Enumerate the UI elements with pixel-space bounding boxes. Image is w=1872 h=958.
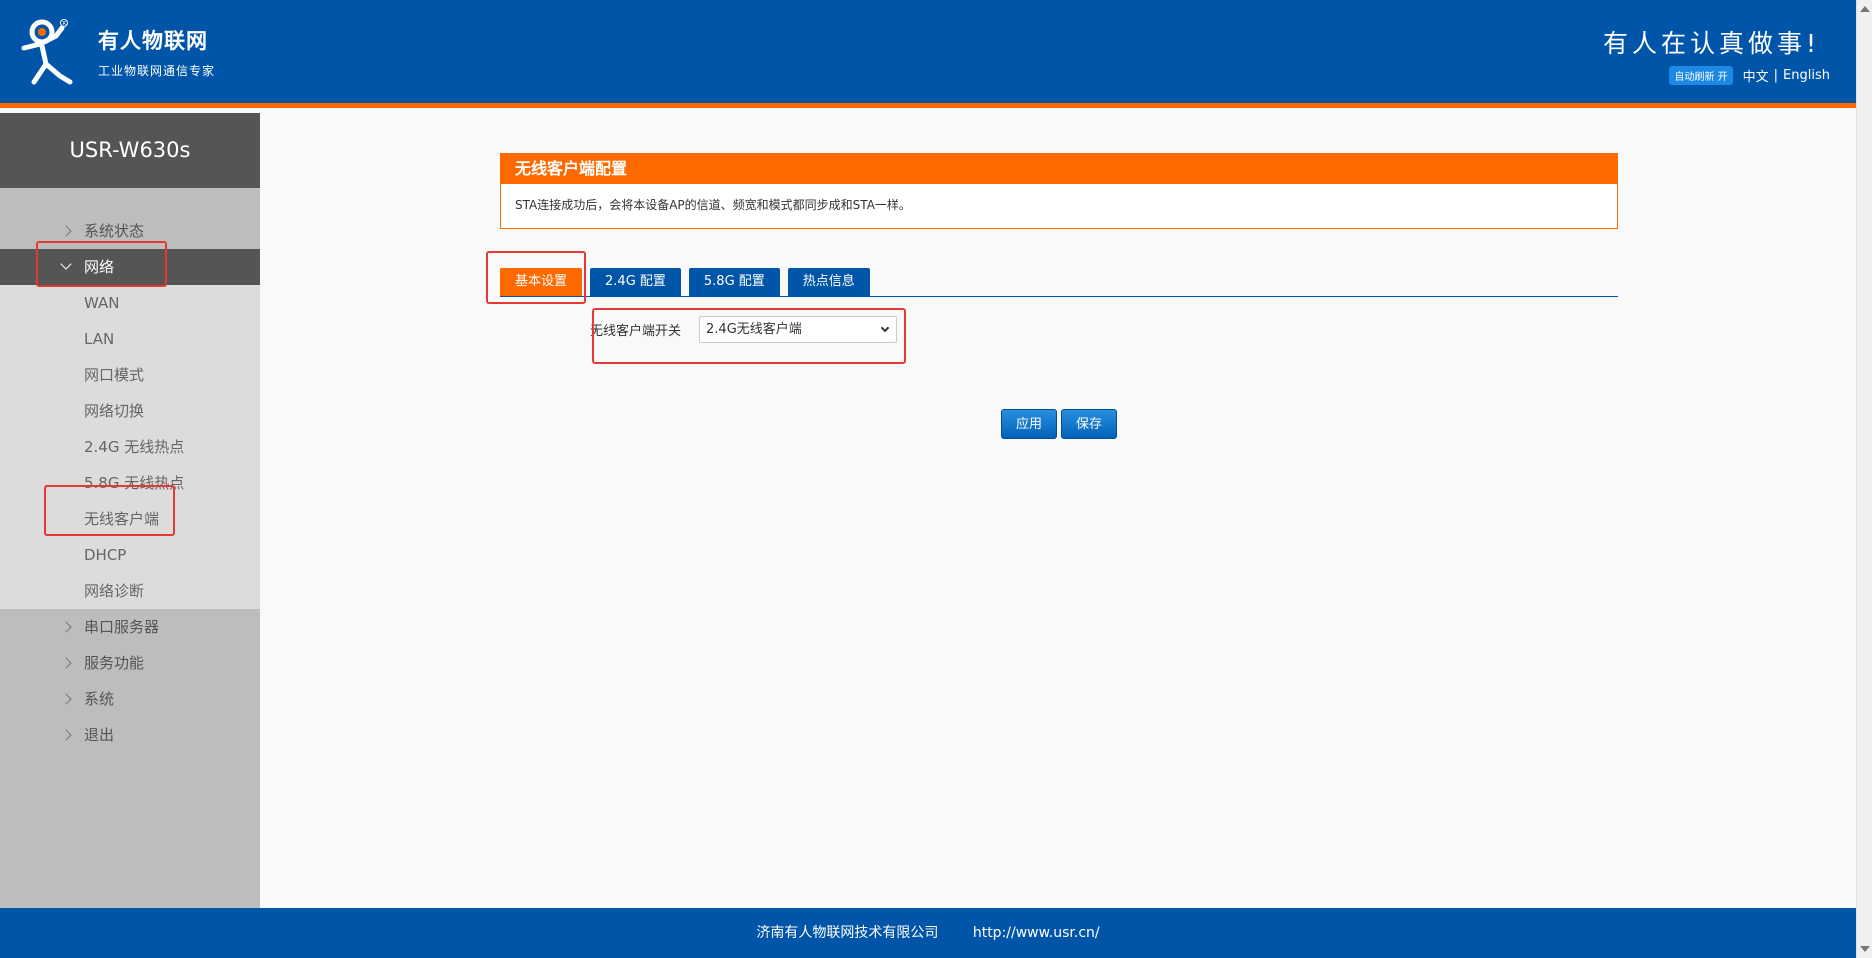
sidebar-subitem-24g-hotspot[interactable]: 2.4G 无线热点 bbox=[0, 429, 260, 465]
logo-title: 有人物联网 bbox=[98, 29, 208, 53]
lang-separator: | bbox=[1773, 68, 1779, 83]
chevron-right-icon bbox=[60, 609, 72, 645]
header: R 有人物联网 工业物联网通信专家 有人在认真做事! 自动刷新 开 中文 | E… bbox=[0, 0, 1856, 108]
tab-58g-config[interactable]: 5.8G 配置 bbox=[688, 268, 780, 296]
language-bar: 自动刷新 开 中文 | English bbox=[1669, 66, 1830, 85]
network-submenu: WAN LAN 网口模式 网络切换 2.4G 无线热点 5.8G 无线热点 无线… bbox=[0, 285, 260, 609]
sidebar-item-label: 串口服务器 bbox=[84, 618, 160, 636]
sidebar-subitem-network-switch[interactable]: 网络切换 bbox=[0, 393, 260, 429]
annotation-highlight-wireless-client bbox=[44, 485, 175, 536]
scroll-up-arrow-icon[interactable] bbox=[1860, 6, 1870, 12]
sidebar-item-label: 服务功能 bbox=[84, 654, 145, 672]
apply-button[interactable]: 应用 bbox=[1001, 409, 1057, 439]
logo[interactable]: R 有人物联网 工业物联网通信专家 bbox=[20, 18, 215, 86]
sidebar-subitem-dhcp[interactable]: DHCP bbox=[0, 537, 260, 573]
auto-refresh-toggle[interactable]: 自动刷新 开 bbox=[1669, 66, 1733, 85]
svg-text:R: R bbox=[63, 21, 67, 27]
sidebar-subitem-network-diagnosis[interactable]: 网络诊断 bbox=[0, 573, 260, 609]
vertical-scrollbar[interactable] bbox=[1856, 0, 1872, 958]
main-content: 无线客户端配置 STA连接成功后，会将本设备AP的信道、频宽和模式都同步成和ST… bbox=[260, 113, 1856, 908]
config-panel: 无线客户端配置 STA连接成功后，会将本设备AP的信道、频宽和模式都同步成和ST… bbox=[500, 153, 1618, 229]
sidebar-item-label: 系统状态 bbox=[84, 222, 145, 240]
panel-title: 无线客户端配置 bbox=[501, 154, 1617, 184]
annotation-highlight-basic-tab bbox=[486, 251, 586, 304]
lang-zh-link[interactable]: 中文 bbox=[1743, 66, 1769, 85]
annotation-highlight-switch-field bbox=[592, 308, 906, 364]
tab-hotspot-info[interactable]: 热点信息 bbox=[787, 268, 870, 296]
sidebar-subitem-wan[interactable]: WAN bbox=[0, 285, 260, 321]
sidebar-item-label: 系统 bbox=[84, 690, 115, 708]
chevron-right-icon bbox=[60, 681, 72, 717]
tab-24g-config[interactable]: 2.4G 配置 bbox=[590, 268, 681, 296]
chevron-right-icon bbox=[60, 645, 72, 681]
slogan: 有人在认真做事! bbox=[1602, 29, 1820, 58]
chevron-right-icon bbox=[60, 717, 72, 753]
scroll-down-arrow-icon[interactable] bbox=[1860, 946, 1870, 952]
logo-subtitle: 工业物联网通信专家 bbox=[98, 64, 216, 78]
sidebar-item-system[interactable]: 系统 bbox=[0, 681, 260, 717]
sidebar-subitem-lan[interactable]: LAN bbox=[0, 321, 260, 357]
sidebar-item-label: 退出 bbox=[84, 726, 115, 744]
lang-en-link[interactable]: English bbox=[1783, 68, 1830, 83]
logo-person-icon: R bbox=[20, 18, 84, 86]
save-button[interactable]: 保存 bbox=[1061, 409, 1117, 439]
panel-description: STA连接成功后，会将本设备AP的信道、频宽和模式都同步成和STA一样。 bbox=[515, 198, 911, 212]
footer: 济南有人物联网技术有限公司 http://www.usr.cn/ bbox=[0, 908, 1856, 958]
sidebar-item-logout[interactable]: 退出 bbox=[0, 717, 260, 753]
tab-bar: 基本设置 2.4G 配置 5.8G 配置 热点信息 bbox=[500, 268, 1618, 297]
sidebar-nav: 系统状态 网络 WAN LAN 网口模式 网络切换 2.4G 无线热点 5.8G… bbox=[0, 213, 260, 753]
sidebar-item-service-functions[interactable]: 服务功能 bbox=[0, 645, 260, 681]
footer-company: 济南有人物联网技术有限公司 bbox=[756, 925, 939, 941]
sidebar-item-serial-server[interactable]: 串口服务器 bbox=[0, 609, 260, 645]
annotation-highlight-network bbox=[36, 241, 167, 287]
action-buttons: 应用 保存 bbox=[1001, 409, 1121, 439]
footer-url[interactable]: http://www.usr.cn/ bbox=[973, 925, 1100, 941]
device-name: USR-W630s bbox=[0, 113, 260, 188]
sidebar-subitem-port-mode[interactable]: 网口模式 bbox=[0, 357, 260, 393]
